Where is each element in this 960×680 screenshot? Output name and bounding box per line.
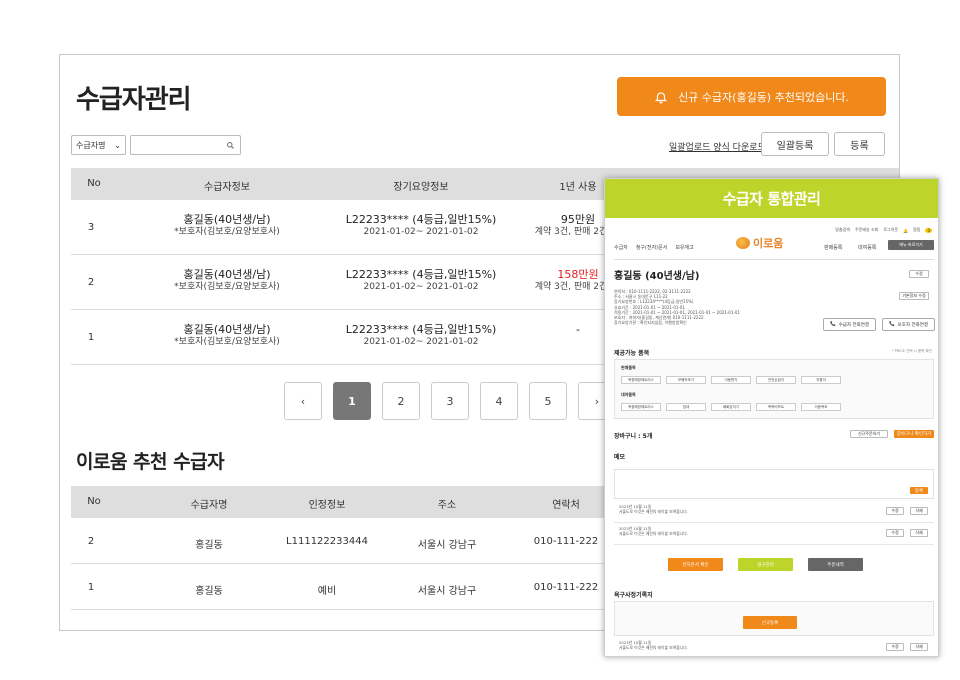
memo-edit-button[interactable]: 수정 (886, 529, 904, 537)
page-4-button[interactable]: 4 (480, 382, 518, 420)
col-ltc-info: 장기요양정보 (393, 182, 449, 193)
memo-item: 2023년 10월 11일 서울도로 이것은 예전의 테이블 보여줍니다. 수정 … (614, 501, 934, 523)
memo-input[interactable]: 등록 (614, 469, 934, 499)
notice-text: 신규 수급자(홍길동) 추천되었습니다. (678, 90, 849, 104)
chevron-down-icon: ⌄ (114, 140, 121, 150)
assessment-edit-button[interactable]: 수정 (886, 643, 904, 651)
bell-icon[interactable]: 🔔 (903, 228, 908, 233)
search-icon[interactable] (226, 141, 235, 150)
recipient-name: 홍길동 (40년생/남) (614, 271, 700, 282)
recommended-section-title: 이로움 추천 수급자 (76, 451, 225, 473)
search-type-select[interactable]: 수급자명 ⌄ (71, 135, 126, 155)
pagination: ‹ 1 2 3 4 5 › (284, 382, 616, 420)
memo-item: 2023년 10월 11일 서울도로 이것은 예전의 테이블 보여줍니다. 수정 … (614, 523, 934, 545)
view-cart-button[interactable]: 장바구니 확인하기 (894, 430, 934, 438)
edit-button[interactable]: 수정 (909, 270, 929, 278)
recommendation-notice[interactable]: 신규 수급자(홍길동) 추천되었습니다. (617, 77, 886, 116)
logo-icon (736, 237, 750, 249)
filter-bar: 수급자명 ⌄ (71, 135, 241, 155)
prev-page-button[interactable]: ‹ (284, 382, 322, 420)
call-recipient-button[interactable]: 📞 수급자 전화연결 (823, 318, 876, 331)
memo-delete-button[interactable]: 삭제 (910, 529, 928, 537)
download-template-link[interactable]: 일괄업로드 양식 다운로드 (669, 140, 766, 153)
phone-icon: 📞 (829, 322, 836, 327)
top-utility-links: 맞춤검색 주문배송 조회 로그아웃 🔔 알림 3 (835, 227, 932, 233)
page-3-button[interactable]: 3 (431, 382, 469, 420)
col-no: No (87, 178, 101, 189)
assessment-item: 2023년 10월 11일 서울도로 이것은 예전의 테이블 보여줍니다. 수정 … (614, 637, 934, 656)
phone-icon: 📞 (888, 322, 895, 327)
assessment-delete-button[interactable]: 삭제 (910, 643, 928, 651)
memo-title: 메모 (614, 454, 626, 461)
edit-basic-info-button[interactable]: 기본정보 수정 (899, 292, 929, 300)
bulk-register-button[interactable]: 일괄등록 (761, 132, 829, 156)
needs-assessment-box: 신규등록 (614, 601, 934, 636)
call-guardian-button[interactable]: 📞 보호자 전화연결 (882, 318, 935, 331)
notification-badge: 3 (925, 227, 932, 233)
col-yearly-usage: 1년 사용 (559, 182, 597, 193)
divider (614, 259, 934, 260)
page-5-button[interactable]: 5 (529, 382, 567, 420)
page-title: 수급자관리 (76, 85, 192, 115)
order-history-button[interactable]: 주문내역 (808, 558, 863, 571)
new-assessment-button[interactable]: 신규등록 (743, 616, 797, 629)
eroum-logo[interactable]: 이로움 (736, 235, 783, 251)
cart-label: 장바구니 : 5개 (614, 433, 653, 440)
claim-management-button[interactable]: 청구관리 (738, 558, 793, 571)
view-e-documents-button[interactable]: 전자문서 확인 (668, 558, 723, 571)
memo-delete-button[interactable]: 삭제 (910, 507, 928, 515)
integrated-management-panel: 수급자 통합관리 맞춤검색 주문배송 조회 로그아웃 🔔 알림 3 수급자 청구… (604, 178, 939, 657)
recipient-info: 연락처 : 010-1111-2222, 02-1111-2222 주소 : 서… (614, 289, 740, 326)
memo-edit-button[interactable]: 수정 (886, 507, 904, 515)
available-items-title: 제공가능 품목 (614, 350, 650, 357)
panel-title: 수급자 통합관리 (605, 179, 938, 218)
search-input[interactable] (130, 135, 241, 155)
page-1-button[interactable]: 1 (333, 382, 371, 420)
available-items-box: 판매품목 욕창예방매트리스 보행보조기 이동변기 안전손잡이 지팡이 대여품목 … (614, 359, 934, 419)
bell-icon (654, 91, 668, 103)
col-recipient-info: 수급자정보 (204, 182, 250, 193)
menu-shortcut-button[interactable]: 메뉴 바로가기 (888, 240, 934, 250)
available-items-note: * PRICE 선택 시 품목 확인 (891, 349, 932, 353)
new-order-button[interactable]: 신규주문하기 (850, 430, 888, 438)
register-button[interactable]: 등록 (834, 132, 885, 156)
page-2-button[interactable]: 2 (382, 382, 420, 420)
memo-save-button[interactable]: 등록 (910, 487, 928, 494)
needs-assessment-title: 욕구사정기록지 (614, 592, 653, 599)
